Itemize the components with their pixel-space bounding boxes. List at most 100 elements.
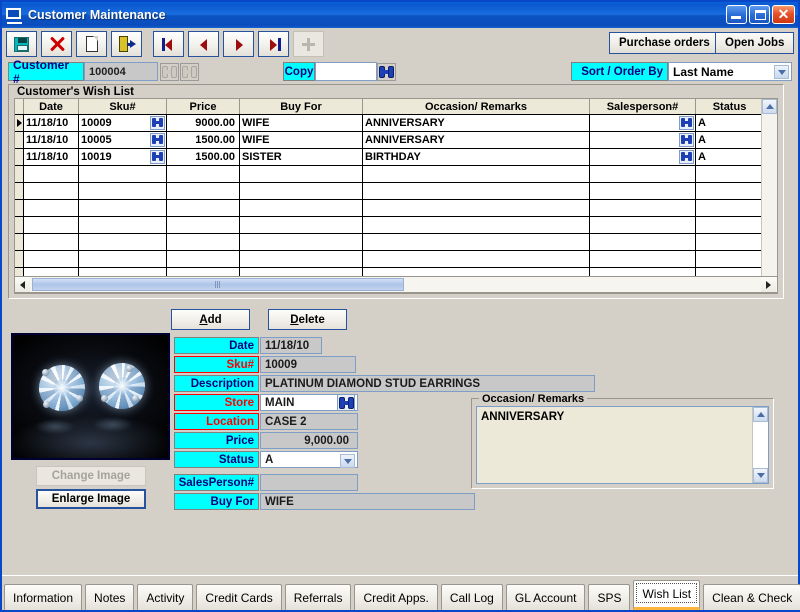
grid-cell-empty[interactable]: [363, 200, 590, 216]
row-selector[interactable]: [15, 132, 24, 148]
row-lookup-icon[interactable]: [679, 150, 694, 164]
scroll-right-icon[interactable]: [761, 277, 776, 292]
grid-cell-empty[interactable]: [79, 217, 167, 233]
row-selector[interactable]: [15, 217, 24, 233]
grid-cell-empty[interactable]: [24, 200, 79, 216]
grid-cell-empty[interactable]: [696, 183, 764, 199]
remarks-scroll-up-icon[interactable]: [753, 407, 768, 422]
grid-cell-empty[interactable]: [240, 183, 363, 199]
grid-cell-empty[interactable]: [79, 251, 167, 267]
tab-call-log[interactable]: Call Log: [440, 584, 503, 610]
save-icon[interactable]: [6, 31, 37, 57]
grid-cell-empty[interactable]: [167, 234, 240, 250]
grid-cell-empty[interactable]: [696, 251, 764, 267]
cell-occasion[interactable]: BIRTHDAY: [363, 149, 590, 165]
row-lookup-icon[interactable]: [150, 116, 165, 130]
cell-salesperson[interactable]: [590, 132, 696, 148]
grid-cell-empty[interactable]: [590, 200, 696, 216]
remarks-vertical-scrollbar[interactable]: [752, 407, 768, 483]
grid-cell-empty[interactable]: [363, 166, 590, 182]
minimize-button[interactable]: [726, 5, 747, 24]
grid-cell-empty[interactable]: [590, 166, 696, 182]
horizontal-scroll-thumb[interactable]: [32, 278, 404, 291]
field-value-status[interactable]: A: [260, 451, 358, 468]
grid-cell-empty[interactable]: [240, 251, 363, 267]
grid-column-header[interactable]: Price: [167, 99, 240, 114]
grid-cell-empty[interactable]: [79, 234, 167, 250]
grid-cell-empty[interactable]: [24, 251, 79, 267]
grid-cell-empty[interactable]: [240, 166, 363, 182]
grid-column-header[interactable]: Buy For: [240, 99, 363, 114]
scroll-up-icon[interactable]: [762, 99, 777, 114]
grid-cell-empty[interactable]: [24, 234, 79, 250]
grid-horizontal-scrollbar[interactable]: [14, 276, 778, 293]
table-row[interactable]: [15, 166, 777, 183]
tab-referrals[interactable]: Referrals: [284, 584, 352, 610]
grid-cell-empty[interactable]: [24, 217, 79, 233]
field-value-location[interactable]: CASE 2: [260, 413, 358, 430]
row-lookup-icon[interactable]: [679, 133, 694, 147]
row-selector[interactable]: [15, 115, 24, 131]
grid-cell-empty[interactable]: [24, 166, 79, 182]
grid-column-header[interactable]: Occasion/ Remarks: [363, 99, 590, 114]
store-lookup-icon[interactable]: [337, 394, 355, 411]
grid-cell-empty[interactable]: [167, 251, 240, 267]
wish-list-grid[interactable]: Date Sku# Price Buy For Occasion/ Remarks Sal…: [14, 98, 778, 294]
last-record-icon[interactable]: [258, 31, 289, 57]
tab-gl-account[interactable]: GL Account: [505, 584, 586, 610]
cell-sku[interactable]: 10019: [79, 149, 167, 165]
cell-sku[interactable]: 10005: [79, 132, 167, 148]
cell-date[interactable]: 11/18/10: [24, 132, 79, 148]
grid-cell-empty[interactable]: [590, 234, 696, 250]
cell-price[interactable]: 9000.00: [167, 115, 240, 131]
grid-column-header[interactable]: Status: [696, 99, 764, 114]
cell-occasion[interactable]: ANNIVERSARY: [363, 115, 590, 131]
grid-vertical-scrollbar[interactable]: [761, 99, 777, 293]
grid-cell-empty[interactable]: [363, 234, 590, 250]
cell-sku[interactable]: 10009: [79, 115, 167, 131]
row-lookup-icon[interactable]: [150, 133, 165, 147]
grid-cell-empty[interactable]: [167, 166, 240, 182]
tab-sps[interactable]: SPS: [588, 584, 631, 610]
first-record-icon[interactable]: [153, 31, 184, 57]
table-row[interactable]: 11/18/10 10019 1500.00 SISTER BIRTHDAY A: [15, 149, 777, 166]
grid-cell-empty[interactable]: [696, 217, 764, 233]
table-row[interactable]: 11/18/10 10009 9000.00 WIFE ANNIVERSARY A: [15, 115, 777, 132]
tab-wish-list[interactable]: Wish List: [633, 580, 701, 610]
cell-date[interactable]: 11/18/10: [24, 149, 79, 165]
cell-price[interactable]: 1500.00: [167, 149, 240, 165]
copy-lookup-icon[interactable]: [377, 63, 396, 81]
cell-status[interactable]: A: [696, 149, 764, 165]
cell-salesperson[interactable]: [590, 149, 696, 165]
table-row[interactable]: [15, 217, 777, 234]
close-button[interactable]: ✕: [772, 5, 795, 24]
field-value-description[interactable]: PLATINUM DIAMOND STUD EARRINGS: [260, 375, 595, 392]
grid-column-header[interactable]: Date: [24, 99, 79, 114]
customer-number-field[interactable]: 100004: [84, 62, 158, 81]
cell-buy-for[interactable]: WIFE: [240, 132, 363, 148]
tab-credit-apps[interactable]: Credit Apps.: [354, 584, 438, 610]
chevron-down-icon[interactable]: [340, 454, 355, 468]
cell-buy-for[interactable]: SISTER: [240, 149, 363, 165]
grid-cell-empty[interactable]: [696, 166, 764, 182]
grid-cell-empty[interactable]: [167, 200, 240, 216]
grid-cell-empty[interactable]: [363, 183, 590, 199]
grid-cell-empty[interactable]: [363, 251, 590, 267]
grid-cell-empty[interactable]: [79, 166, 167, 182]
purchase-orders-button[interactable]: Purchase orders: [609, 32, 720, 54]
new-icon[interactable]: [76, 31, 107, 57]
grid-cell-empty[interactable]: [79, 200, 167, 216]
cell-date[interactable]: 11/18/10: [24, 115, 79, 131]
cell-price[interactable]: 1500.00: [167, 132, 240, 148]
next-record-icon[interactable]: [223, 31, 254, 57]
grid-cell-empty[interactable]: [24, 183, 79, 199]
table-row[interactable]: [15, 183, 777, 200]
cell-occasion[interactable]: ANNIVERSARY: [363, 132, 590, 148]
grid-cell-empty[interactable]: [590, 183, 696, 199]
grid-cell-empty[interactable]: [240, 234, 363, 250]
grid-cell-empty[interactable]: [363, 217, 590, 233]
row-selector[interactable]: [15, 251, 24, 267]
exit-icon[interactable]: [111, 31, 142, 57]
cell-status[interactable]: A: [696, 115, 764, 131]
table-row[interactable]: 11/18/10 10005 1500.00 WIFE ANNIVERSARY A: [15, 132, 777, 149]
